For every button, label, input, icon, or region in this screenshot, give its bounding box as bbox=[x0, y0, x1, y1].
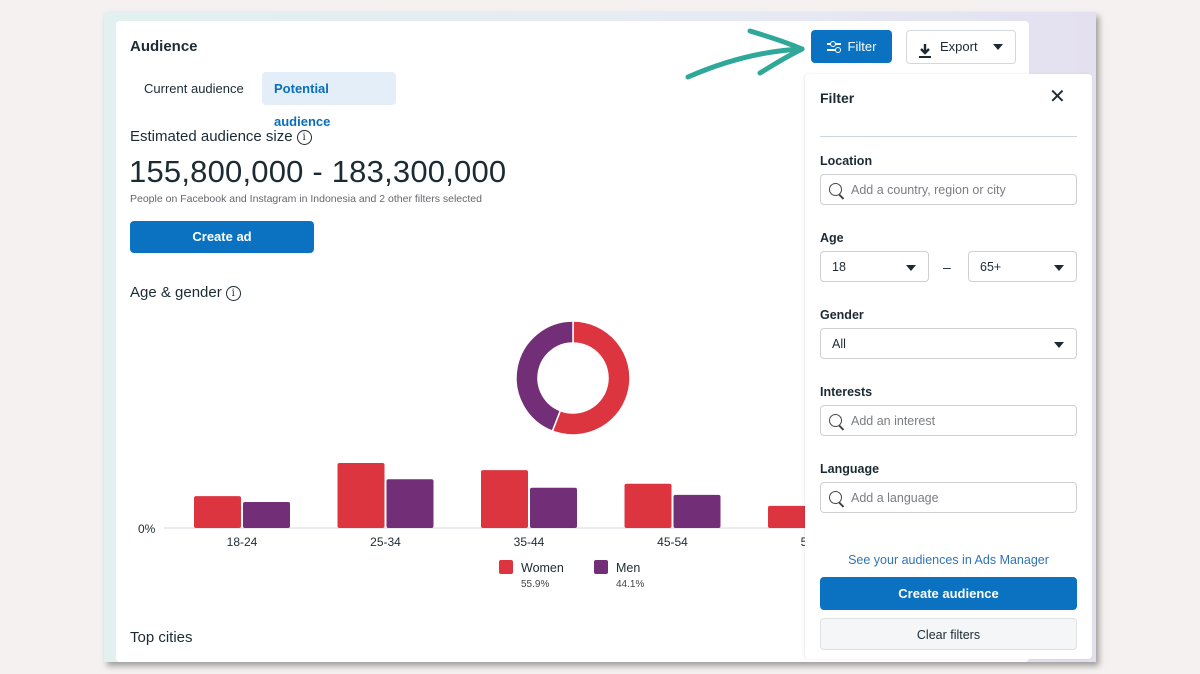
annotation-arrow-icon bbox=[685, 28, 805, 80]
location-input[interactable]: Add a country, region or city bbox=[820, 174, 1077, 205]
estimated-audience-label: Estimated audience size i bbox=[130, 128, 312, 145]
x-tick-label: 45-54 bbox=[657, 535, 688, 549]
search-icon bbox=[829, 414, 842, 427]
location-label: Location bbox=[820, 154, 873, 168]
gender-select[interactable]: All bbox=[820, 328, 1077, 359]
bar-women-55-64 bbox=[768, 505, 810, 528]
export-button[interactable]: Export bbox=[906, 30, 1016, 64]
bar-women-18-24 bbox=[194, 496, 241, 528]
close-icon[interactable]: ✕ bbox=[1049, 86, 1066, 108]
divider bbox=[820, 136, 1077, 137]
language-input[interactable]: Add a language bbox=[820, 482, 1077, 513]
gender-value: All bbox=[832, 337, 846, 351]
search-icon bbox=[829, 491, 842, 504]
bar-men-25-34 bbox=[386, 479, 434, 528]
legend-swatch-women bbox=[499, 560, 513, 574]
age-separator: – bbox=[943, 259, 951, 275]
bar-men-35-44 bbox=[530, 487, 577, 528]
y-tick-label: 0% bbox=[138, 522, 156, 536]
bar-men-45-54 bbox=[673, 494, 721, 528]
bar-men-18-24 bbox=[243, 502, 290, 528]
audience-description: People on Facebook and Instagram in Indo… bbox=[130, 193, 482, 205]
page-title: Audience bbox=[130, 38, 198, 55]
interests-label: Interests bbox=[820, 385, 873, 399]
create-ad-button[interactable]: Create ad bbox=[130, 221, 314, 253]
bar-women-35-44 bbox=[481, 470, 528, 528]
legend-label-women: Women bbox=[521, 561, 564, 575]
x-tick-label: 18-24 bbox=[227, 535, 258, 549]
language-label: Language bbox=[820, 462, 880, 476]
x-tick-label: 35-44 bbox=[514, 535, 545, 549]
filter-button-label: Filter bbox=[847, 39, 877, 54]
legend-label-men: Men bbox=[616, 561, 641, 575]
interests-input[interactable]: Add an interest bbox=[820, 405, 1077, 436]
clear-filters-button[interactable]: Clear filters bbox=[820, 618, 1077, 650]
bar-women-45-54 bbox=[624, 483, 672, 528]
age-gender-text: Age & gender bbox=[130, 284, 222, 301]
export-button-label: Export bbox=[940, 39, 978, 54]
filter-button[interactable]: Filter bbox=[811, 30, 892, 63]
ads-manager-link[interactable]: See your audiences in Ads Manager bbox=[820, 553, 1077, 567]
age-gender-chart: 0%18-2425-3435-4445-5455-64 bbox=[138, 320, 810, 549]
legend-percent-men: 44.1% bbox=[616, 579, 645, 590]
legend-swatch-men bbox=[594, 560, 608, 574]
sliders-icon bbox=[826, 41, 841, 53]
estimated-audience-text: Estimated audience size bbox=[130, 128, 293, 145]
info-icon[interactable]: i bbox=[296, 129, 312, 145]
legend-women: Women 55.9% bbox=[499, 560, 564, 590]
chevron-down-icon bbox=[1054, 342, 1064, 348]
create-audience-button[interactable]: Create audience bbox=[820, 577, 1077, 610]
language-placeholder: Add a language bbox=[851, 491, 939, 505]
bar-women-25-34 bbox=[337, 463, 385, 528]
age-min-value: 18 bbox=[832, 260, 846, 274]
tab-potential-audience[interactable]: Potential audience bbox=[262, 72, 396, 129]
legend-men: Men 44.1% bbox=[594, 560, 644, 590]
audience-size-range: 155,800,000 - 183,300,000 bbox=[129, 154, 507, 189]
filter-panel-title: Filter bbox=[820, 90, 855, 106]
chevron-down-icon bbox=[993, 44, 1003, 50]
search-icon bbox=[829, 183, 842, 196]
interests-placeholder: Add an interest bbox=[851, 414, 936, 428]
chevron-down-icon bbox=[1054, 265, 1064, 271]
chevron-down-icon bbox=[906, 265, 916, 271]
age-max-value: 65+ bbox=[980, 260, 1002, 274]
legend-percent-women: 55.9% bbox=[521, 579, 550, 590]
age-min-select[interactable]: 18 bbox=[820, 251, 929, 282]
age-label: Age bbox=[820, 231, 844, 245]
download-icon bbox=[919, 39, 931, 58]
age-gender-label: Age & gender i bbox=[130, 284, 241, 301]
top-cities-heading: Top cities bbox=[130, 629, 193, 646]
age-max-select[interactable]: 65+ bbox=[968, 251, 1077, 282]
tab-current-audience[interactable]: Current audience bbox=[132, 72, 256, 105]
x-tick-label: 25-34 bbox=[370, 535, 401, 549]
gender-label: Gender bbox=[820, 308, 864, 322]
info-icon[interactable]: i bbox=[225, 285, 241, 301]
location-placeholder: Add a country, region or city bbox=[851, 183, 1006, 197]
